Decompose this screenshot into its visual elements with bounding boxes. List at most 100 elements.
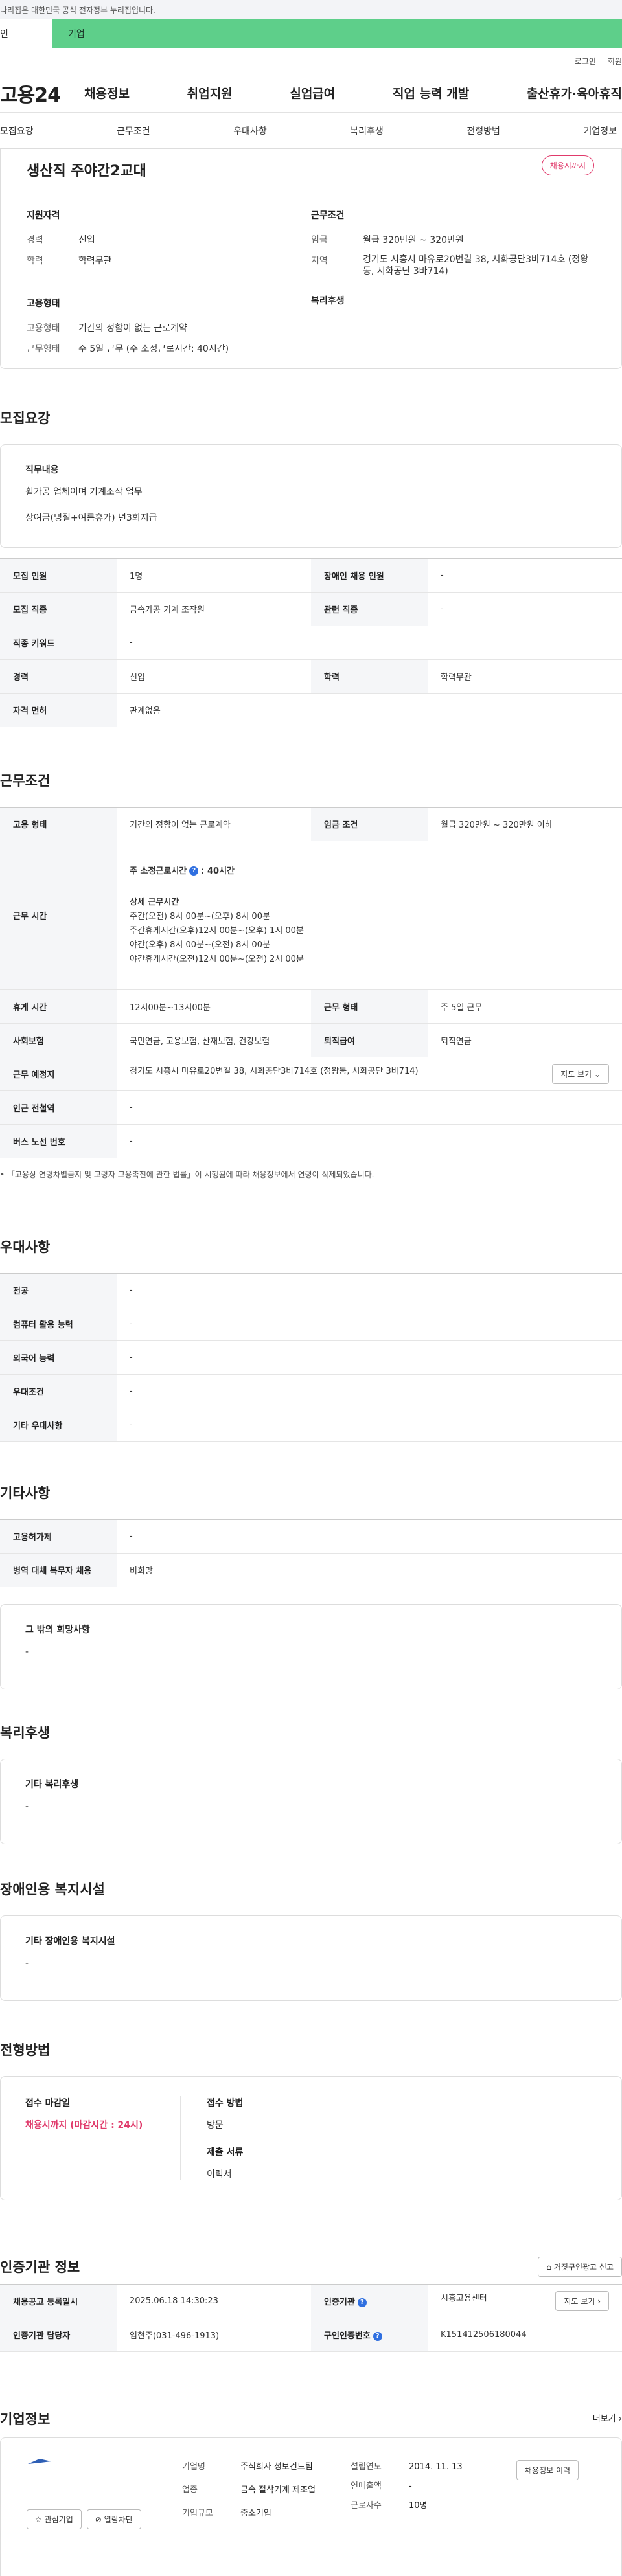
table-row: 인근 전철역 - [0,1090,622,1125]
cell-header: 고용 형태 [0,807,117,841]
company-size-row: 기업규모 중소기업 [182,2507,338,2521]
cell-value: - [117,1340,622,1375]
job-history-button[interactable]: 채용정보 이력 [516,2460,579,2480]
table-row: 휴게 시간 12시00분~13시00분 근무 형태 주 5일 근무 [0,989,622,1024]
cell-value: 관계없음 [117,693,622,727]
company-industry-value: 금속 절삭기계 제조업 [240,2485,316,2495]
cell-header: 관련 직종 [311,592,428,626]
work-table: 고용 형태 기간의 정함이 없는 근로계약 임금 조건 월급 320만원 ~ 320만… [0,807,622,1158]
company-more-link[interactable]: 더보기 › [593,2412,622,2424]
global-nav: 고용24 채용정보 취업지원 실업급여 직업 능력 개발 출산휴가·육아휴직 [0,74,622,113]
emp-row: 고용형태 기간의 정함이 없는 근로계약 [27,321,311,335]
company-emp-value: 10명 [409,2501,428,2511]
company-size-value: 중소기업 [240,2509,271,2518]
tab-work-conditions[interactable]: 근무조건 [117,124,150,137]
table-row: 기타 우대사항 - [0,1408,622,1442]
cell-header: 고용허가제 [0,1519,117,1554]
edu-label: 학력 [27,256,43,266]
user-type-individual[interactable]: 인 [0,19,52,48]
deadline-badge: 채용시까지 [541,155,594,175]
process-section: 전형방법 접수 마감일 채용시까지 (마감시간 : 24시) 접수 방법 방문 … [0,2040,622,2200]
company-industry-row: 업종 금속 절삭기계 제조업 [182,2483,338,2498]
work-location-cell: 경기도 시흥시 마유로20번길 38, 시화공단3바714호 (정왕동, 시화공… [117,1057,622,1091]
wage-row: 임금 월급 320만원 ~ 320만원 [311,233,595,247]
tab-company[interactable]: 기업정보 [583,124,617,137]
worktype-value: 주 5일 근무 (주 소정근로시간: 40시간) [78,344,229,354]
summary-left-col: 지원자격 경력 신입 학력 학력무관 고용형태 고용형태 기간의 정함이 없는 근로계… [27,209,311,363]
table-row: 직종 키워드 - [0,626,622,660]
tab-welfare[interactable]: 복리후생 [350,124,384,137]
welfare-box: 기타 복리후생 - [0,1759,622,1844]
map-view-button[interactable]: 지도 보기 ⌄ [552,1064,609,1084]
cell-value: - [117,1408,622,1442]
hours-main-line: 주 소정근로시간?: 40시간 [130,864,609,879]
chevron-right-icon: › [597,2297,601,2306]
gnb-item-unemployment-benefit[interactable]: 실업급여 [290,84,335,102]
gnb-item-employment-support[interactable]: 취업지원 [187,84,233,102]
tab-preferences[interactable]: 우대사항 [233,124,267,137]
hours-line: 주간휴게시간(오후)12시 00분~(오후) 1시 00분 [130,925,304,936]
user-type-company[interactable]: 기업 [52,19,622,48]
hours-line: 주간(오전) 8시 00분~(오후) 8시 00분 [130,911,270,921]
section-tabs: 모집요강 근무조건 우대사항 복리후생 전형방법 기업정보 [0,113,622,149]
tab-process[interactable]: 전형방법 [466,124,500,137]
cell-value: 금속가공 기계 조작원 [117,592,311,626]
cell-header: 사회보험 [0,1023,117,1057]
deadline-value: 채용시까지 (마감시간 : 24시) [25,2120,143,2130]
hours-detail-heading: 상세 근무시간 [130,897,179,907]
cell-value: - [117,1307,622,1341]
favorite-company-button[interactable]: ☆ 관심기업 [27,2509,82,2529]
table-row: 전공 - [0,1273,622,1307]
cell-header: 병역 대체 복무자 채용 [0,1553,117,1587]
cell-value: - [117,626,622,660]
tab-recruit[interactable]: 모집요강 [0,124,34,137]
chevron-down-icon: ⌄ [593,1070,601,1079]
table-row: 우대조건 - [0,1374,622,1408]
home-icon: ⌂ [546,2263,552,2272]
block-view-button[interactable]: ⊘ 열람차단 [86,2509,141,2529]
cert-map-button[interactable]: 지도 보기 › [555,2291,609,2311]
age-note: • 「고용상 연령차별금지 및 고령자 고용촉진에 관한 법률」이 시행됨에 따… [0,1170,374,1179]
table-row: 버스 노선 번호 - [0,1124,622,1158]
emp-label: 고용형태 [27,323,60,333]
recruit-title: 모집요강 [0,411,51,426]
help-icon[interactable]: ? [357,2298,367,2307]
cell-value: K151412506180044 [428,2318,622,2352]
cell-value: 학력무관 [428,659,622,694]
table-row: 경력 신입 학력 학력무관 [0,659,622,694]
disabled-title: 장애인용 복지시설 [0,1882,105,1897]
welfare-box-value: - [25,1802,29,1812]
gnb-item-jobs[interactable]: 채용정보 [84,84,130,102]
company-sales-row: 연매출액 - [351,2480,480,2494]
gnb-item-parental-leave[interactable]: 출산휴가·육아휴직 [527,84,622,102]
process-title: 전형방법 [0,2042,51,2058]
exp-value: 신입 [78,235,95,245]
join-link[interactable]: 회원 [608,56,622,67]
block-label: 열람차단 [104,2515,133,2524]
cell-value: - [428,592,622,626]
help-icon[interactable]: ? [373,2331,382,2341]
cell-value: 2025.06.18 14:30:23 [117,2284,311,2318]
report-fake-ad-button[interactable]: ⌂ 거짓구인광고 신고 [538,2257,622,2277]
cell-header: 우대조건 [0,1374,117,1408]
company-name-row: 기업명 주식회사 성보건드팀 [182,2460,338,2474]
exp-label: 경력 [27,235,43,245]
cell-header: 직종 키워드 [0,626,117,660]
company-logo [28,2459,51,2464]
login-link[interactable]: 로그인 [575,56,596,67]
job-desc-heading: 직무내용 [25,465,59,475]
site-logo[interactable]: 고용24 [0,79,65,107]
welfare-title: 복리후생 [0,1725,51,1741]
cert-header: 인증기관 정보 ⌂ 거짓구인광고 신고 [0,2257,622,2277]
process-box: 접수 마감일 채용시까지 (마감시간 : 24시) 접수 방법 방문 제출 서류… [0,2076,622,2200]
pref-title: 우대사항 [0,1239,51,1255]
cell-header: 컴퓨터 활용 능력 [0,1307,117,1341]
edu-value: 학력무관 [78,256,112,266]
util-links: 로그인 회원 [0,48,622,74]
company-header: 기업정보 더보기 › [0,2409,622,2428]
job-summary-card: 생산직 주야간2교대 채용시까지 지원자격 경력 신입 학력 학력무관 고용형태 고… [0,149,622,369]
user-type-bar: 인 기업 [0,19,622,48]
gnb-item-training[interactable]: 직업 능력 개발 [393,84,469,102]
recruit-section: 모집요강 직무내용 휠가공 업체이며 기계조작 업무 상여금(명절+여름휴가) … [0,408,622,727]
help-icon[interactable]: ? [189,866,199,876]
